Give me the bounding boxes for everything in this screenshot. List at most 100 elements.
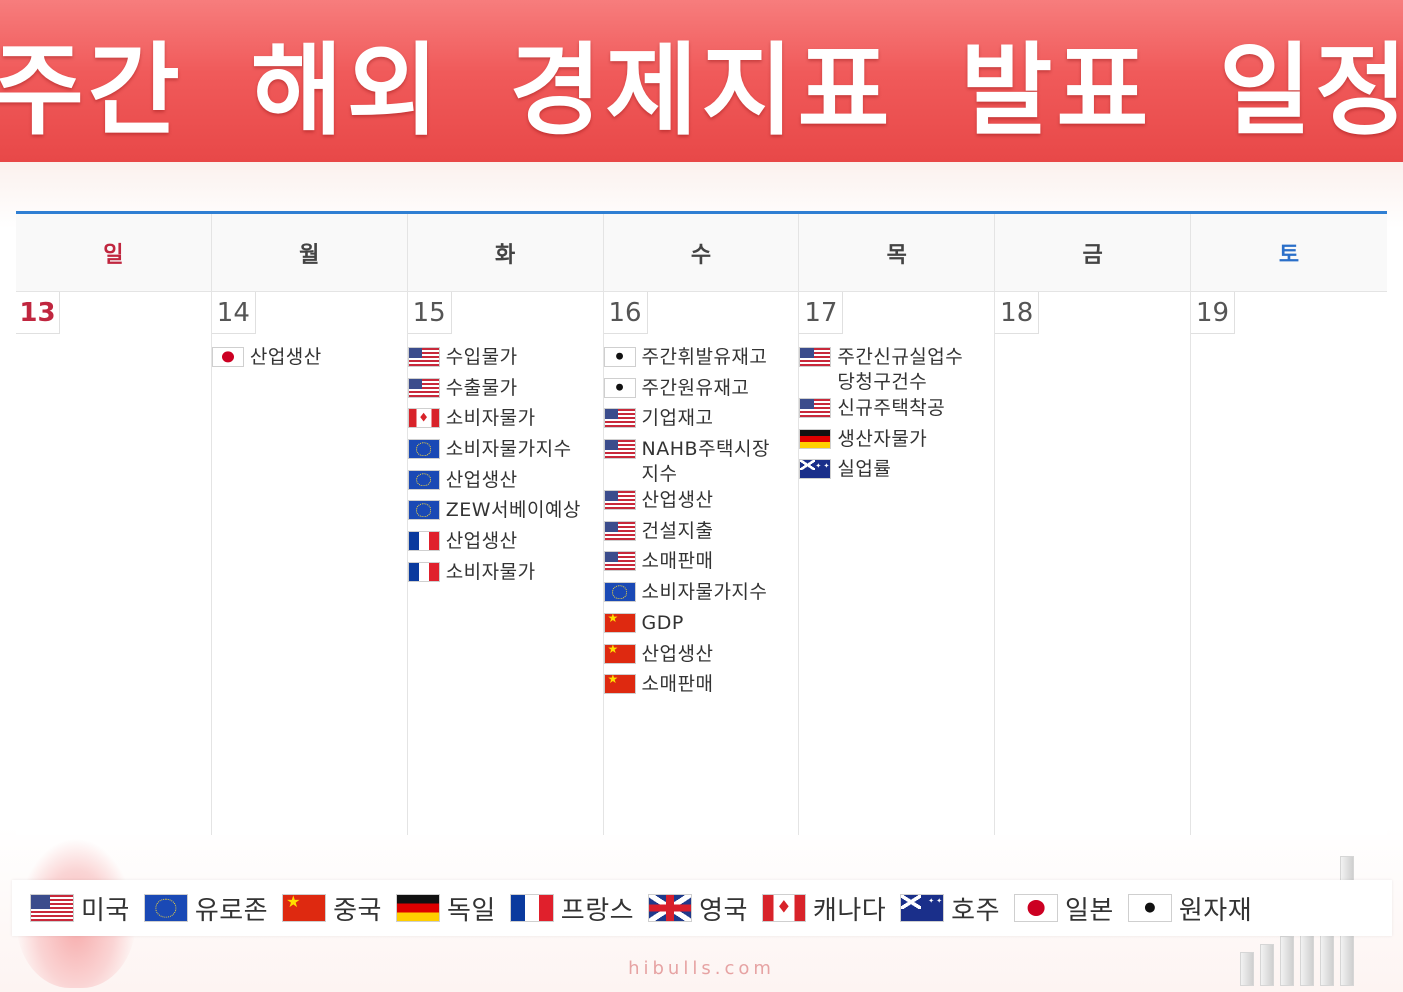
china-flag-icon (603, 674, 636, 695)
us-flag-icon (407, 347, 440, 367)
day-cell[interactable]: 14 산업생산 (211, 292, 408, 835)
legend-label: 독일 (446, 895, 496, 926)
legend-item: 유로존 (143, 890, 269, 927)
legend-item: 원자재 (1127, 890, 1253, 927)
day-number: 14 (211, 292, 256, 334)
uk-flag-icon (648, 894, 693, 922)
us-flag-icon (799, 398, 832, 418)
commodity-icon (1127, 894, 1172, 922)
event-list: 수입물가수출물가소비자물가소비자물가지수산업생산ZEW서베이예상산업생산소비자물… (407, 344, 603, 590)
week-row: 1314산업생산15수입물가수출물가소비자물가소비자물가지수산업생산ZEW서베이… (16, 292, 1387, 835)
france-flag-icon (407, 561, 440, 582)
legend-label: 호주 (951, 895, 1001, 926)
eu-flag-icon (407, 439, 440, 460)
event-item[interactable]: 산업생산 (407, 467, 603, 498)
us-flag-icon (603, 408, 636, 429)
eu-flag-icon (603, 582, 636, 603)
event-list: 주간신규실업수 당청구건수신규주택착공생산자물가실업률 (799, 344, 994, 487)
event-label: 산업생산 (249, 346, 322, 368)
event-item[interactable]: 생산자물가 (799, 426, 994, 457)
legend-item: 호주 (900, 890, 1000, 927)
event-item[interactable]: 소매판매 (603, 548, 799, 579)
event-label: 수출물가 (445, 376, 518, 399)
event-item[interactable]: 실업률 (799, 456, 994, 487)
event-label: 주간원유재고 (641, 376, 750, 399)
event-list: 주간휘발유재고주간원유재고기업재고NAHB주택시장 지수산업생산건설지출소매판매… (603, 344, 799, 702)
day-cell[interactable]: 15수입물가수출물가소비자물가소비자물가지수산업생산ZEW서베이예상산업생산소비… (407, 292, 604, 835)
weekday-header: 금 (995, 214, 1192, 291)
legend-label: 원자재 (1178, 895, 1253, 926)
event-label: 주간신규실업수 당청구건수 (837, 346, 964, 393)
day-cell[interactable]: 19 (1191, 292, 1387, 835)
day-cell[interactable]: 18 (995, 292, 1192, 835)
weekday-header-row: 일월화수목금 토 (16, 214, 1387, 292)
event-item[interactable]: 산업생산 (407, 528, 603, 559)
event-item[interactable]: NAHB주택시장 지수 (603, 436, 799, 487)
weekday-header: 화 (408, 214, 604, 291)
weekly-calendar: 일월화수목금토 1314산업생산15수입물가수출물가소비자물가소비자물가지수산업… (16, 211, 1387, 835)
event-item[interactable]: 소비자물가지수 (603, 579, 799, 610)
event-item[interactable]: 주간원유재고 (603, 375, 799, 406)
us-flag-icon (603, 551, 636, 572)
event-label: 산업생산 (445, 530, 518, 553)
event-item[interactable]: 수출물가 (407, 375, 603, 406)
weekday-header: 월 (212, 214, 408, 291)
china-flag-icon (603, 612, 636, 633)
canada-flag-icon (407, 408, 440, 429)
legend-item: 프랑스 (509, 890, 635, 927)
day-number: 13 (16, 292, 60, 334)
day-cell[interactable]: 16주간휘발유재고주간원유재고기업재고NAHB주택시장 지수산업생산건설지출소매… (603, 292, 800, 835)
event-item[interactable]: 주간신규실업수 당청구건수 (799, 344, 994, 395)
event-item[interactable]: 신규주택착공 (799, 395, 994, 426)
day-number: 17 (799, 292, 844, 334)
event-label: 산업생산 (641, 642, 714, 665)
event-item[interactable]: 수입물가 (407, 344, 603, 375)
weekday-header: 일 (16, 214, 212, 291)
us-flag-icon (603, 490, 636, 511)
weekday-header: 수 (604, 214, 800, 291)
event-item[interactable]: 기업재고 (603, 405, 799, 436)
event-item[interactable]: 건설지출 (603, 518, 799, 549)
event-label: 신규주택착공 (837, 397, 946, 419)
day-cell[interactable]: 13 (16, 292, 212, 835)
event-label: 소매판매 (641, 550, 714, 573)
event-label: 주간휘발유재고 (641, 346, 768, 368)
event-item[interactable]: GDP (603, 610, 799, 641)
eu-flag-icon (143, 894, 188, 922)
event-item[interactable]: 소비자물가 (407, 559, 603, 590)
event-label: 산업생산 (641, 489, 714, 512)
eu-flag-icon (407, 500, 440, 521)
commodity-icon (603, 347, 636, 367)
event-item[interactable]: ZEW서베이예상 (407, 497, 603, 528)
germany-flag-icon (395, 894, 440, 922)
event-item[interactable]: 소비자물가 (407, 405, 603, 436)
day-number: 16 (603, 292, 648, 334)
event-item[interactable]: 소매판매 (603, 671, 799, 702)
australia-flag-icon (900, 894, 945, 922)
legend-label: 유로존 (194, 895, 269, 926)
legend-label: 일본 (1065, 895, 1114, 926)
eu-flag-icon (407, 469, 440, 490)
event-item[interactable]: 산업생산 (603, 641, 799, 672)
event-item[interactable]: 주간휘발유재고 (603, 344, 799, 375)
legend-label: 프랑스 (560, 895, 635, 926)
event-label: 산업생산 (445, 468, 518, 491)
china-flag-icon (603, 643, 636, 664)
legend-item: 독일 (395, 890, 496, 927)
japan-flag-icon (211, 347, 244, 367)
day-cell[interactable]: 17 주간신규실업수 당청구건수신규주택착공생산자물가실업률 (799, 292, 996, 835)
japan-flag-icon (1014, 894, 1059, 922)
legend-item: 일본 (1014, 890, 1114, 927)
legend-item: 영국 (648, 890, 748, 927)
germany-flag-icon (799, 428, 832, 449)
event-label: 소비자물가 (445, 407, 536, 430)
day-number: 18 (995, 292, 1040, 334)
weekday-header: 토 (1278, 242, 1300, 268)
legend-item: 캐나다 (761, 890, 886, 927)
event-item[interactable]: 산업생산 (211, 344, 407, 375)
event-item[interactable]: 산업생산 (603, 487, 799, 518)
us-flag-icon (603, 520, 636, 541)
event-item[interactable]: 소비자물가지수 (407, 436, 603, 467)
footer-watermark: hibulls.com (628, 958, 775, 979)
event-label: NAHB주택시장 지수 (641, 438, 770, 486)
